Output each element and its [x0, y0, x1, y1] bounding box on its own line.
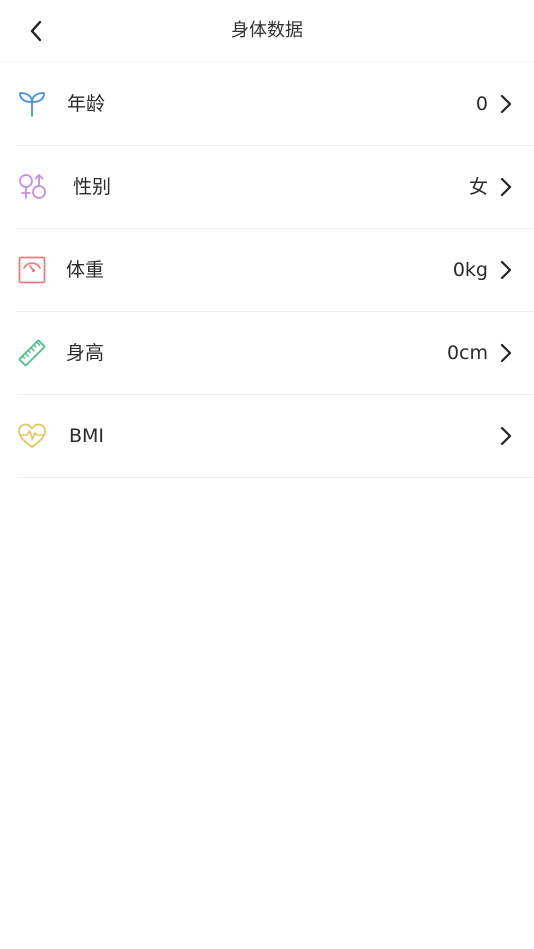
row-label-age: 年龄 — [67, 93, 106, 115]
row-label-bmi: BMI — [69, 425, 105, 447]
row-label-gender: 性别 — [73, 176, 112, 198]
chevron-right-icon — [498, 426, 514, 446]
row-label-weight: 体重 — [66, 259, 105, 281]
chevron-right-icon — [498, 343, 514, 363]
row-weight[interactable]: 体重 0kg — [17, 229, 534, 312]
row-height[interactable]: 身高 0cm — [17, 312, 534, 395]
chevron-right-icon — [498, 94, 514, 114]
row-gender[interactable]: 性别 女 — [17, 146, 534, 229]
row-value-height: 0cm — [446, 342, 488, 364]
sprout-icon — [17, 89, 47, 119]
scale-icon — [17, 255, 47, 285]
row-label-height: 身高 — [66, 342, 105, 364]
row-value-weight: 0kg — [452, 259, 488, 281]
page-title: 身体数据 — [231, 20, 303, 41]
gender-icon — [17, 172, 47, 202]
nav-bar: 身体数据 — [0, 0, 534, 62]
row-value-age: 0 — [475, 93, 488, 115]
heart-pulse-icon — [17, 421, 47, 451]
body-data-list: 年龄 0 性别 女 体重 0kg 身高 0cm BMI — [0, 63, 534, 478]
row-bmi[interactable]: BMI — [17, 395, 534, 478]
ruler-icon — [17, 338, 47, 368]
row-value-gender: 女 — [468, 176, 488, 198]
chevron-right-icon — [498, 260, 514, 280]
row-age[interactable]: 年龄 0 — [17, 63, 534, 146]
chevron-right-icon — [498, 177, 514, 197]
